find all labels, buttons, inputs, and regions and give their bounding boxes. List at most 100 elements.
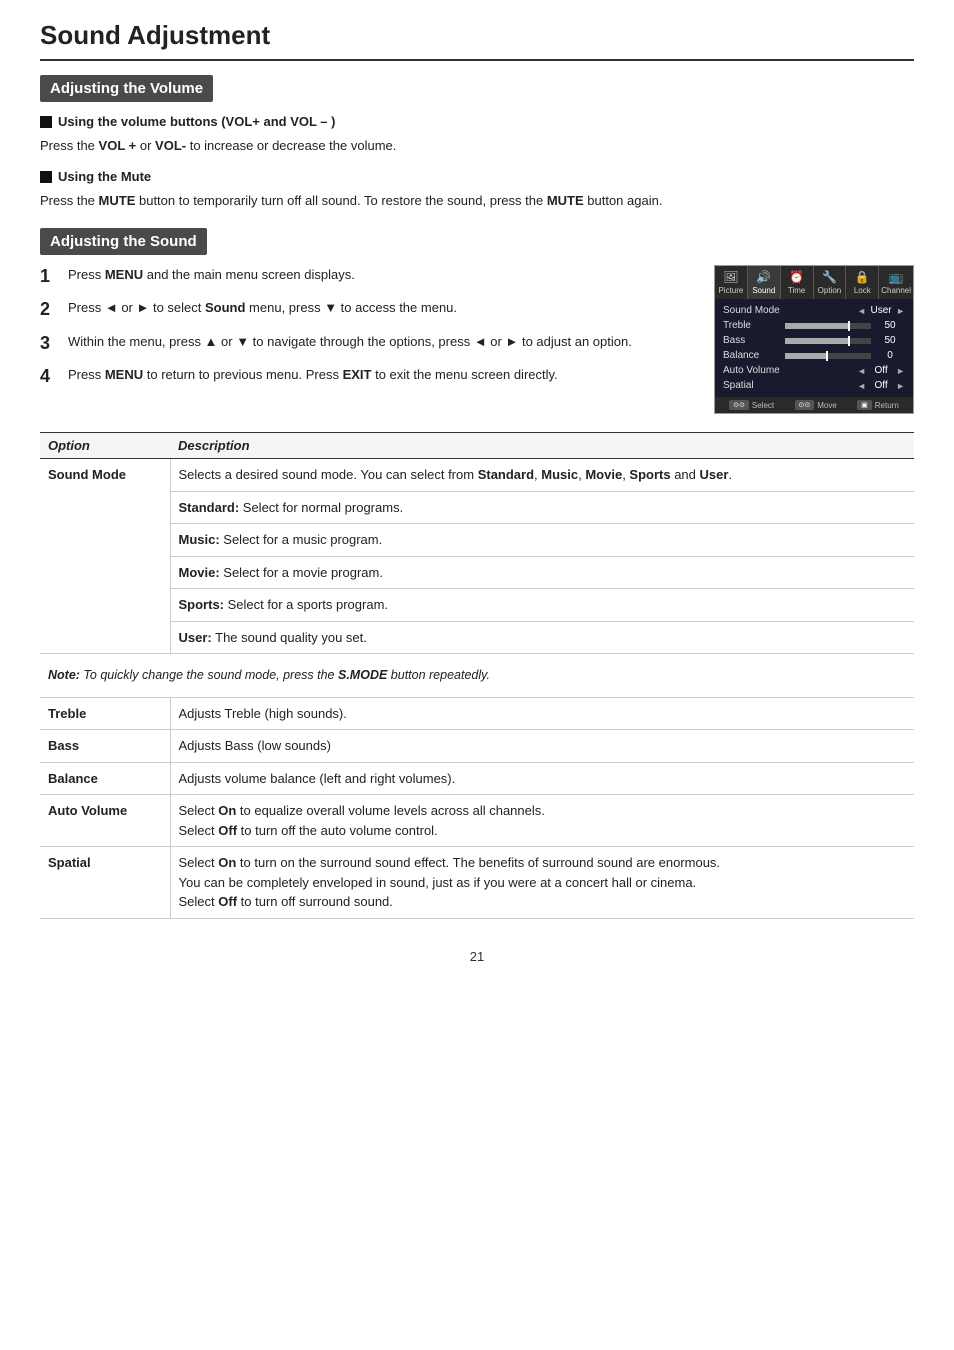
osd-tab-lock: 🔒 Lock xyxy=(846,266,879,299)
option-bass: Bass xyxy=(40,730,170,763)
desc-soundmode-standard: Standard: Select for normal programs. xyxy=(170,491,914,524)
osd-bar-fill-balance xyxy=(785,353,828,359)
osd-label-bass: Bass xyxy=(723,335,781,346)
osd-label-balance: Balance xyxy=(723,350,781,361)
table-row-soundmode-sports: Sports: Select for a sports program. xyxy=(40,589,914,622)
volume-section: Adjusting the Volume Using the volume bu… xyxy=(40,75,914,210)
option-spatial: Spatial xyxy=(40,847,170,919)
step-number-1: 1 xyxy=(40,265,58,288)
step-2: 2 Press ◄ or ► to select Sound menu, pre… xyxy=(40,298,694,321)
desc-spatial: Select On to turn on the surround sound … xyxy=(170,847,914,919)
page-title: Sound Adjustment xyxy=(40,20,914,61)
sound-section: Adjusting the Sound 1 Press MENU and the… xyxy=(40,228,914,414)
osd-arrow-left-soundmode: ◄ xyxy=(857,306,866,316)
osd-arrow-left-spatial: ◄ xyxy=(857,381,866,391)
osd-row-balance: Balance 0 xyxy=(719,348,909,363)
osd-tab-option: 🔧 Option xyxy=(814,266,847,299)
note-text: Note: To quickly change the sound mode, … xyxy=(40,654,914,698)
option-treble: Treble xyxy=(40,697,170,730)
osd-value-balance: 0 xyxy=(875,350,905,361)
osd-tab-time-label: Time xyxy=(788,286,805,295)
time-icon: ⏰ xyxy=(789,270,804,284)
osd-row-soundmode: Sound Mode ◄ User ► xyxy=(719,303,909,318)
mute-title: Using the Mute xyxy=(40,167,914,187)
col-description: Description xyxy=(170,433,914,459)
osd-tab-channel: 📺 Channel xyxy=(879,266,913,299)
option-autovolume: Auto Volume xyxy=(40,795,170,847)
osd-row-bass: Bass 50 xyxy=(719,333,909,348)
sound-icon: 🔊 xyxy=(756,270,771,284)
step-text-3: Within the menu, press ▲ or ▼ to navigat… xyxy=(68,332,632,355)
mute-text: Press the MUTE button to temporarily tur… xyxy=(40,191,914,211)
vol-buttons-block: Using the volume buttons (VOL+ and VOL –… xyxy=(40,112,914,155)
osd-select-btn: ⊙⊙ xyxy=(729,400,749,410)
osd-select-label: Select xyxy=(752,401,774,410)
lock-icon: 🔒 xyxy=(855,270,870,284)
osd-row-treble: Treble 50 xyxy=(719,318,909,333)
osd-tab-picture-label: Picture xyxy=(718,286,743,295)
osd-row-spatial: Spatial ◄ Off ► xyxy=(719,378,909,393)
osd-footer-return: ▣ Return xyxy=(857,400,899,410)
table-row-bass: Bass Adjusts Bass (low sounds) xyxy=(40,730,914,763)
desc-bass: Adjusts Bass (low sounds) xyxy=(170,730,914,763)
desc-soundmode-main: Selects a desired sound mode. You can se… xyxy=(170,459,914,492)
step-number-2: 2 xyxy=(40,298,58,321)
osd-bar-marker-balance xyxy=(826,351,828,361)
channel-icon: 📺 xyxy=(889,270,904,284)
option-balance: Balance xyxy=(40,762,170,795)
osd-label-spatial: Spatial xyxy=(723,380,857,391)
step-number-3: 3 xyxy=(40,332,58,355)
osd-value-bass: 50 xyxy=(875,335,905,346)
osd-tab-picture: 🖼 Picture xyxy=(715,266,748,299)
osd-label-treble: Treble xyxy=(723,320,781,331)
osd-footer-select: ⊙⊙ Select xyxy=(729,400,774,410)
picture-icon: 🖼 xyxy=(723,270,738,284)
osd-value-soundmode: User xyxy=(866,305,896,316)
desc-soundmode-user: User: The sound quality you set. xyxy=(170,621,914,654)
desc-autovolume: Select On to equalize overall volume lev… xyxy=(170,795,914,847)
option-soundmode: Sound Mode xyxy=(40,459,170,654)
osd-body: Sound Mode ◄ User ► Treble 50 Bass xyxy=(715,299,913,397)
desc-treble: Adjusts Treble (high sounds). xyxy=(170,697,914,730)
osd-tab-option-label: Option xyxy=(818,286,842,295)
step-text-2: Press ◄ or ► to select Sound menu, press… xyxy=(68,298,457,321)
vol-buttons-text: Press the VOL + or VOL- to increase or d… xyxy=(40,136,914,156)
desc-balance: Adjusts volume balance (left and right v… xyxy=(170,762,914,795)
bullet-square-2 xyxy=(40,171,52,183)
osd-bar-fill-treble xyxy=(785,323,850,329)
osd-arrow-left-autovolume: ◄ xyxy=(857,366,866,376)
osd-bar-bass xyxy=(785,338,871,344)
step-text-1: Press MENU and the main menu screen disp… xyxy=(68,265,355,288)
table-row-soundmode-user: User: The sound quality you set. xyxy=(40,621,914,654)
osd-value-treble: 50 xyxy=(875,320,905,331)
table-row-soundmode-movie: Movie: Select for a movie program. xyxy=(40,556,914,589)
bullet-square xyxy=(40,116,52,128)
osd-bar-treble xyxy=(785,323,871,329)
sound-steps: 1 Press MENU and the main menu screen di… xyxy=(40,265,694,414)
osd-return-btn: ▣ xyxy=(857,400,872,410)
osd-panel: 🖼 Picture 🔊 Sound ⏰ Time 🔧 Option 🔒 xyxy=(714,265,914,414)
osd-bar-marker-treble xyxy=(848,321,850,331)
osd-tab-time: ⏰ Time xyxy=(781,266,814,299)
table-row-spatial: Spatial Select On to turn on the surroun… xyxy=(40,847,914,919)
step-number-4: 4 xyxy=(40,365,58,388)
osd-tab-sound: 🔊 Sound xyxy=(748,266,781,299)
options-table: Option Description Sound Mode Selects a … xyxy=(40,432,914,919)
desc-soundmode-movie: Movie: Select for a movie program. xyxy=(170,556,914,589)
osd-tabs: 🖼 Picture 🔊 Sound ⏰ Time 🔧 Option 🔒 xyxy=(715,266,913,299)
osd-value-autovolume: Off xyxy=(866,365,896,376)
osd-footer: ⊙⊙ Select ⊙⊙ Move ▣ Return xyxy=(715,397,913,413)
table-row-soundmode-standard: Standard: Select for normal programs. xyxy=(40,491,914,524)
sound-section-header: Adjusting the Sound xyxy=(40,228,207,255)
page-number: 21 xyxy=(40,949,914,964)
osd-bar-balance xyxy=(785,353,871,359)
table-row-treble: Treble Adjusts Treble (high sounds). xyxy=(40,697,914,730)
osd-arrow-right-spatial: ► xyxy=(896,381,905,391)
desc-soundmode-music: Music: Select for a music program. xyxy=(170,524,914,557)
osd-tab-sound-label: Sound xyxy=(752,286,775,295)
table-row-soundmode-main: Sound Mode Selects a desired sound mode.… xyxy=(40,459,914,492)
table-row-note: Note: To quickly change the sound mode, … xyxy=(40,654,914,698)
step-text-4: Press MENU to return to previous menu. P… xyxy=(68,365,558,388)
osd-bar-fill-bass xyxy=(785,338,850,344)
osd-arrow-right-autovolume: ► xyxy=(896,366,905,376)
